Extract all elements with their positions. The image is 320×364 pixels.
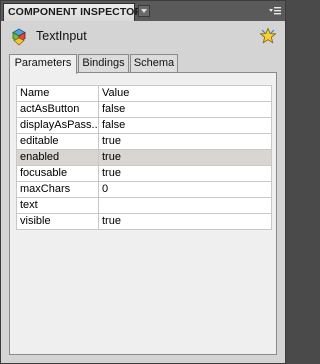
param-value[interactable]: true xyxy=(98,213,272,230)
param-name: maxChars xyxy=(16,181,99,198)
table-row[interactable]: actAsButton false xyxy=(16,101,272,118)
param-name: actAsButton xyxy=(16,101,99,118)
tab-parameters[interactable]: Parameters xyxy=(9,54,77,74)
panel-titlebar: COMPONENT INSPECTOR xyxy=(1,1,285,21)
param-name: text xyxy=(16,197,99,214)
parameters-pane: Name Value actAsButton false displayAsPa… xyxy=(9,72,277,355)
table-row[interactable]: visible true xyxy=(16,213,272,230)
param-name: displayAsPass... xyxy=(16,117,99,134)
panel-menu-icon[interactable] xyxy=(268,5,282,17)
param-value[interactable]: true xyxy=(98,149,272,166)
tab-schema[interactable]: Schema xyxy=(130,54,178,73)
table-row[interactable]: text xyxy=(16,197,272,214)
param-value[interactable]: false xyxy=(98,101,272,118)
component-icon xyxy=(12,28,26,46)
param-name: visible xyxy=(16,213,99,230)
component-header: TextInput xyxy=(1,22,285,50)
param-value[interactable] xyxy=(98,197,272,214)
param-name: editable xyxy=(16,133,99,150)
star-icon[interactable] xyxy=(259,27,277,45)
param-name: enabled xyxy=(16,149,99,166)
param-value[interactable]: true xyxy=(98,165,272,182)
table-row[interactable]: displayAsPass... false xyxy=(16,117,272,134)
table-row[interactable]: editable true xyxy=(16,133,272,150)
param-value[interactable]: true xyxy=(98,133,272,150)
param-value[interactable]: false xyxy=(98,117,272,134)
table-row[interactable]: maxChars 0 xyxy=(16,181,272,198)
column-header-name[interactable]: Name xyxy=(16,85,99,102)
table-row-selected[interactable]: enabled true xyxy=(16,149,272,166)
component-name: TextInput xyxy=(36,29,87,43)
parameters-table: Name Value actAsButton false displayAsPa… xyxy=(16,85,272,230)
tab-bindings[interactable]: Bindings xyxy=(78,54,129,73)
param-value[interactable]: 0 xyxy=(98,181,272,198)
param-name: focusable xyxy=(16,165,99,182)
table-header-row: Name Value xyxy=(16,85,272,102)
component-inspector-panel: COMPONENT INSPECTOR TextInput Parameters… xyxy=(0,0,286,364)
column-header-value[interactable]: Value xyxy=(98,85,272,102)
collapse-icon[interactable] xyxy=(138,5,150,17)
panel-title[interactable]: COMPONENT INSPECTOR xyxy=(3,3,142,21)
table-row[interactable]: focusable true xyxy=(16,165,272,182)
